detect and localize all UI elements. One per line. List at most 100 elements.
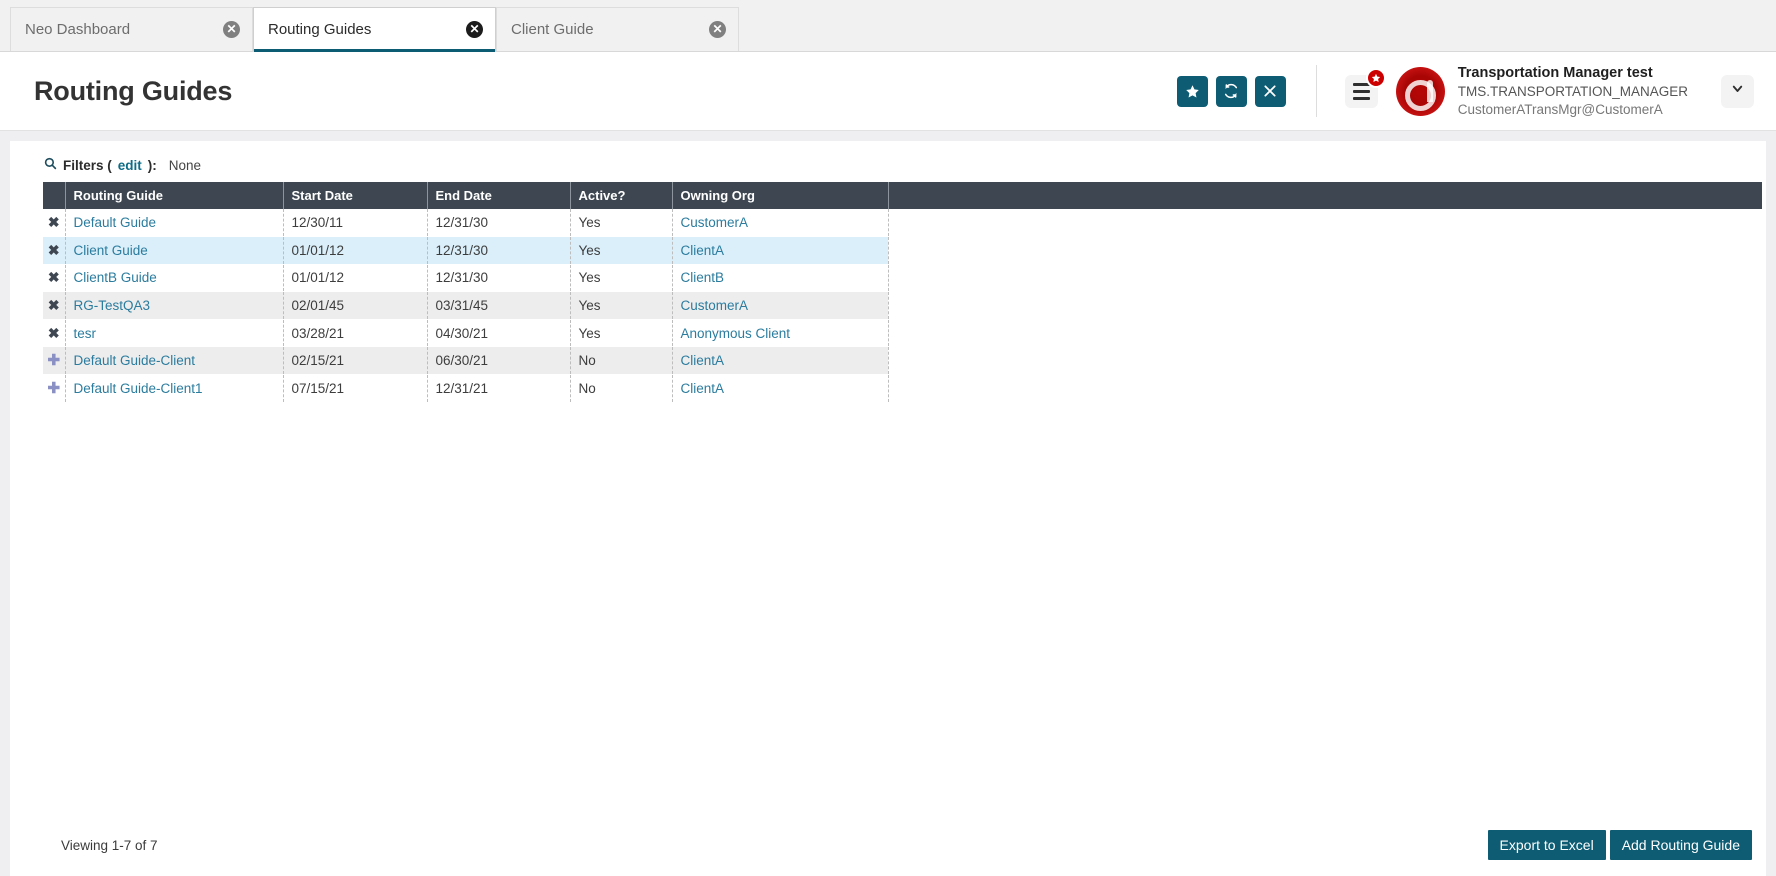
close-circle-icon[interactable]: ✕	[466, 21, 483, 38]
add-routing-guide-button[interactable]: Add Routing Guide	[1610, 830, 1752, 860]
row-action-cell[interactable]: ✖	[43, 319, 65, 347]
routing-guide-link[interactable]: Client Guide	[74, 243, 148, 258]
delete-icon[interactable]: ✖	[48, 298, 60, 312]
table-header-routing-guide[interactable]: Routing Guide	[65, 182, 283, 209]
routing-guide-link[interactable]: Default Guide-Client	[74, 353, 196, 368]
routing-guide-link[interactable]: Default Guide-Client1	[74, 381, 203, 396]
table-header-active[interactable]: Active?	[570, 182, 672, 209]
table-row[interactable]: ✖ ClientB Guide 01/01/12 12/31/30 Yes Cl…	[43, 264, 1762, 292]
cell-active: Yes	[570, 264, 672, 292]
routing-guide-link[interactable]: ClientB Guide	[74, 270, 157, 285]
add-icon[interactable]: ✚	[47, 353, 60, 368]
tab-label: Client Guide	[511, 21, 594, 38]
routing-guide-link[interactable]: RG-TestQA3	[74, 298, 151, 313]
refresh-icon	[1223, 83, 1239, 99]
filters-edit-link[interactable]: edit	[118, 158, 142, 173]
delete-icon[interactable]: ✖	[48, 243, 60, 257]
table-row[interactable]: ✖ tesr 03/28/21 04/30/21 Yes Anonymous C…	[43, 319, 1762, 347]
cell-active: Yes	[570, 237, 672, 265]
cell-routing-guide: Default Guide-Client	[65, 347, 283, 375]
user-menu-dropdown-button[interactable]	[1721, 75, 1754, 108]
panel-footer: Viewing 1-7 of 7 Export to Excel Add Rou…	[10, 814, 1766, 876]
close-circle-icon[interactable]: ✕	[223, 21, 240, 38]
viewing-count: Viewing 1-7 of 7	[61, 838, 158, 853]
owning-org-link[interactable]: Anonymous Client	[681, 326, 791, 341]
avatar	[1396, 67, 1445, 116]
owning-org-link[interactable]: ClientA	[681, 381, 725, 396]
delete-icon[interactable]: ✖	[48, 326, 60, 340]
owning-org-link[interactable]: CustomerA	[681, 215, 749, 230]
cell-owning-org: CustomerA	[672, 292, 888, 320]
cell-active: Yes	[570, 209, 672, 237]
row-action-cell[interactable]: ✖	[43, 237, 65, 265]
row-action-cell[interactable]: ✖	[43, 264, 65, 292]
menu-button-wrapper	[1345, 75, 1378, 108]
refresh-button[interactable]	[1216, 76, 1247, 107]
owning-org-link[interactable]: ClientA	[681, 243, 725, 258]
tab-label: Routing Guides	[268, 21, 371, 38]
chevron-down-icon	[1730, 81, 1745, 101]
favorite-button[interactable]	[1177, 76, 1208, 107]
routing-guide-link[interactable]: Default Guide	[74, 215, 157, 230]
cell-filler	[888, 209, 1762, 237]
row-action-cell[interactable]: ✖	[43, 209, 65, 237]
table-row[interactable]: ✖ RG-TestQA3 02/01/45 03/31/45 Yes Custo…	[43, 292, 1762, 320]
header-divider	[1316, 65, 1317, 117]
tab-neo-dashboard[interactable]: Neo Dashboard ✕	[10, 7, 253, 51]
tab-client-guide[interactable]: Client Guide ✕	[496, 7, 739, 51]
cell-start-date: 03/28/21	[283, 319, 427, 347]
close-icon	[1263, 84, 1277, 98]
cell-filler	[888, 292, 1762, 320]
cell-end-date: 12/31/30	[427, 237, 570, 265]
content-panel: Filters ( edit ): None R	[10, 141, 1766, 876]
routing-guide-link[interactable]: tesr	[74, 326, 97, 341]
browser-tab-strip: Neo Dashboard ✕ Routing Guides ✕ Client …	[0, 0, 1776, 52]
cell-owning-org: ClientB	[672, 264, 888, 292]
cell-owning-org: ClientA	[672, 347, 888, 375]
cell-start-date: 02/01/45	[283, 292, 427, 320]
cell-owning-org: ClientA	[672, 237, 888, 265]
cell-owning-org: Anonymous Client	[672, 319, 888, 347]
cell-start-date: 01/01/12	[283, 237, 427, 265]
cell-owning-org: CustomerA	[672, 209, 888, 237]
table-row[interactable]: ✖ Default Guide 12/30/11 12/31/30 Yes Cu…	[43, 209, 1762, 237]
filters-bar: Filters ( edit ): None	[10, 157, 1766, 182]
cell-filler	[888, 347, 1762, 375]
cell-start-date: 12/30/11	[283, 209, 427, 237]
user-email: CustomerATransMgr@CustomerA	[1458, 101, 1688, 119]
cell-end-date: 03/31/45	[427, 292, 570, 320]
owning-org-link[interactable]: ClientB	[681, 270, 725, 285]
cell-routing-guide: tesr	[65, 319, 283, 347]
table-row[interactable]: ✖ Client Guide 01/01/12 12/31/30 Yes Cli…	[43, 237, 1762, 265]
table-row[interactable]: ✚ Default Guide-Client1 07/15/21 12/31/2…	[43, 375, 1762, 403]
row-action-cell[interactable]: ✚	[43, 347, 65, 375]
cell-routing-guide: Client Guide	[65, 237, 283, 265]
cell-end-date: 12/31/30	[427, 264, 570, 292]
row-action-cell[interactable]: ✚	[43, 375, 65, 403]
add-icon[interactable]: ✚	[47, 381, 60, 396]
table-header-start-date[interactable]: Start Date	[283, 182, 427, 209]
table-header-end-date[interactable]: End Date	[427, 182, 570, 209]
delete-icon[interactable]: ✖	[48, 215, 60, 229]
cell-start-date: 01/01/12	[283, 264, 427, 292]
cell-filler	[888, 375, 1762, 403]
page-title: Routing Guides	[34, 76, 232, 107]
close-circle-icon[interactable]: ✕	[709, 21, 726, 38]
export-to-excel-button[interactable]: Export to Excel	[1488, 830, 1606, 860]
cell-start-date: 02/15/21	[283, 347, 427, 375]
owning-org-link[interactable]: ClientA	[681, 353, 725, 368]
page-header: Routing Guides	[0, 52, 1776, 131]
cell-end-date: 12/31/30	[427, 209, 570, 237]
owning-org-link[interactable]: CustomerA	[681, 298, 749, 313]
close-button[interactable]	[1255, 76, 1286, 107]
hamburger-line	[1353, 97, 1370, 100]
star-badge-icon	[1366, 68, 1386, 88]
tab-routing-guides[interactable]: Routing Guides ✕	[253, 7, 496, 51]
delete-icon[interactable]: ✖	[48, 270, 60, 284]
row-action-cell[interactable]: ✖	[43, 292, 65, 320]
table-row[interactable]: ✚ Default Guide-Client 02/15/21 06/30/21…	[43, 347, 1762, 375]
cell-active: Yes	[570, 292, 672, 320]
filters-value: None	[169, 158, 201, 173]
cell-filler	[888, 264, 1762, 292]
table-header-owning-org[interactable]: Owning Org	[672, 182, 888, 209]
